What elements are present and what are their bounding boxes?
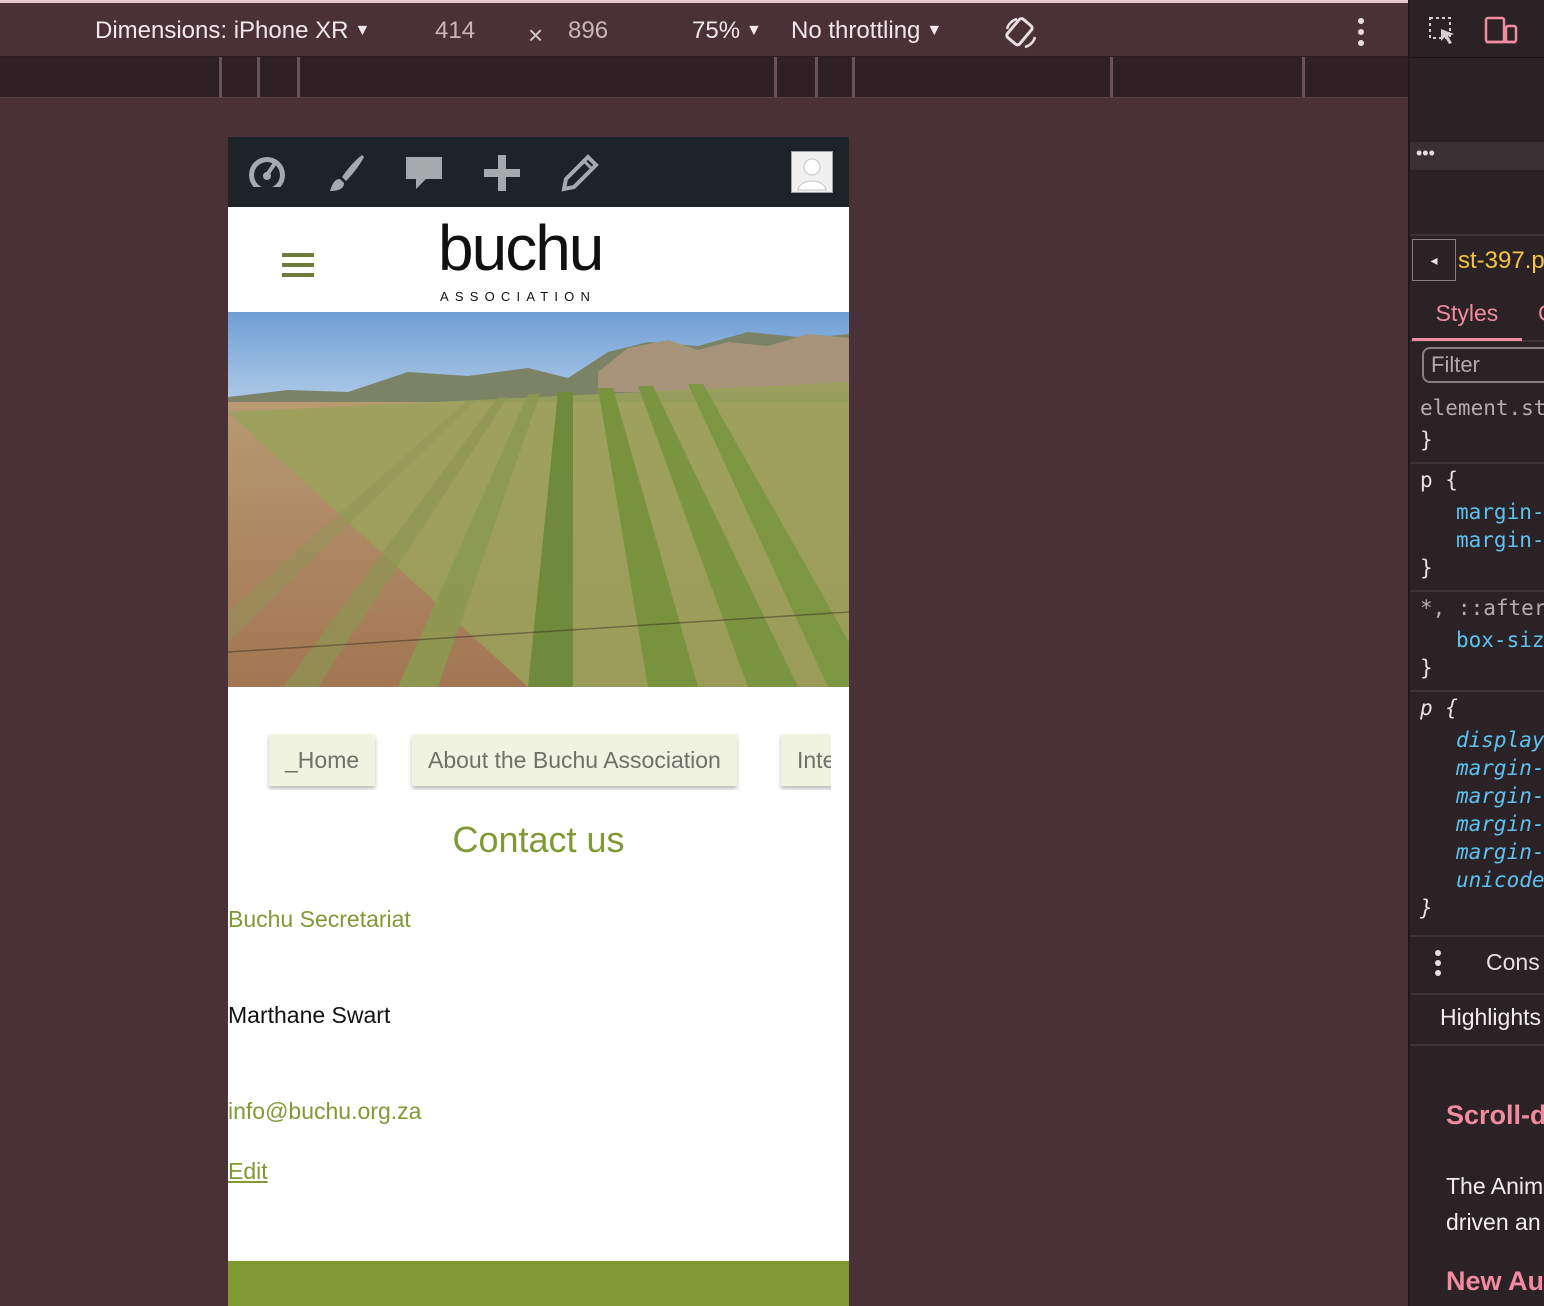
devtools-tabs: Styles C: [1410, 288, 1544, 342]
height-input[interactable]: 896: [568, 17, 608, 45]
breadcrumb-ellipsis[interactable]: •••: [1410, 142, 1544, 170]
divider: [1410, 690, 1544, 692]
inspect-element-icon[interactable]: [1428, 16, 1458, 46]
css-property[interactable]: margin-: [1456, 812, 1544, 836]
styles-filter-input[interactable]: Filter: [1422, 347, 1544, 383]
css-property[interactable]: margin-: [1456, 756, 1544, 780]
tab-console[interactable]: Cons: [1486, 949, 1540, 976]
secretariat-label: Buchu Secretariat: [228, 906, 411, 932]
edit-pencil-icon[interactable]: [558, 151, 602, 195]
css-property[interactable]: display: [1456, 728, 1544, 752]
device-dimensions-dropdown[interactable]: Dimensions: iPhone XR ▼: [95, 17, 370, 45]
rule-selector[interactable]: p {: [1420, 696, 1458, 720]
site-logo-subtitle: ASSOCIATION: [440, 289, 597, 304]
contact-name: Marthane Swart: [228, 1002, 391, 1028]
whats-new-heading: New Au: [1446, 1266, 1544, 1296]
css-property[interactable]: margin-: [1456, 528, 1544, 552]
page-nav-row: _Home About the Buchu Association Intern…: [228, 734, 831, 790]
nav-button-about[interactable]: About the Buchu Association: [412, 734, 737, 786]
divider: [1410, 462, 1544, 464]
css-property[interactable]: margin-: [1456, 784, 1544, 808]
throttling-label: No throttling: [791, 17, 921, 44]
menu-hamburger-icon[interactable]: [282, 253, 314, 283]
devtools-topbar: [1410, 0, 1544, 58]
rule-selector[interactable]: *, ::after: [1420, 596, 1544, 620]
whats-new-text: The Anim driven an: [1446, 1168, 1543, 1240]
width-input[interactable]: 414: [435, 17, 475, 45]
nav-button-home[interactable]: _Home: [269, 734, 376, 786]
divider: [1410, 234, 1544, 236]
css-property[interactable]: margin-: [1456, 840, 1544, 864]
zoom-label: 75%: [692, 17, 741, 44]
chevron-down-icon: ▼: [354, 22, 371, 39]
tab-computed[interactable]: C: [1538, 300, 1544, 327]
customize-brush-icon[interactable]: [324, 151, 368, 195]
site-logo-word[interactable]: buchu: [438, 211, 604, 285]
rule-brace: }: [1420, 428, 1433, 452]
divider: [1410, 590, 1544, 592]
source-file-link[interactable]: st-397.p: [1458, 247, 1544, 275]
device-toolbar: Dimensions: iPhone XR ▼ 414 × 896 75% ▼ No…: [0, 0, 1408, 57]
chevron-down-icon: ▼: [926, 22, 943, 39]
highlights-label[interactable]: Highlights: [1440, 1004, 1541, 1031]
tab-styles[interactable]: Styles: [1412, 288, 1522, 341]
hero-image-buchu-field: [228, 312, 849, 687]
user-avatar-icon[interactable]: [791, 151, 833, 193]
source-file-row: ◂ st-397.p: [1410, 237, 1544, 285]
whats-new-heading: Scroll-d: [1446, 1100, 1544, 1130]
device-viewport: buchu ASSOCIATION _Home About the Buchu …: [228, 137, 849, 1306]
media-query-ruler: [0, 57, 1408, 98]
page-title: Contact us: [452, 819, 625, 860]
device-toggle-icon[interactable]: [1484, 16, 1518, 46]
rotate-device-icon[interactable]: [1003, 15, 1039, 56]
throttling-dropdown[interactable]: No throttling ▼: [791, 17, 942, 45]
zoom-dropdown[interactable]: 75% ▼: [692, 17, 762, 45]
device-dimensions-label: Dimensions: iPhone XR: [95, 17, 349, 44]
rule-brace: }: [1420, 556, 1433, 580]
css-property[interactable]: unicode: [1456, 868, 1544, 892]
devtools-panel: ••• ◂ st-397.p Styles C Filter element.s…: [1408, 0, 1544, 1306]
css-property[interactable]: margin-: [1456, 500, 1544, 524]
whats-new-text-line: The Anim: [1446, 1173, 1544, 1199]
nav-button-international[interactable]: International: [781, 734, 831, 786]
email-link[interactable]: info@buchu.org.za: [228, 1098, 421, 1125]
whats-new-text-line: driven an: [1446, 1209, 1541, 1235]
comments-icon[interactable]: [402, 151, 446, 195]
dashboard-icon[interactable]: [245, 151, 289, 195]
more-options-icon[interactable]: [1356, 17, 1366, 52]
rule-selector[interactable]: p {: [1420, 468, 1458, 492]
chevron-down-icon: ▼: [746, 22, 762, 39]
site-footer: [228, 1261, 849, 1306]
rule-brace: }: [1420, 896, 1433, 920]
times-symbol: ×: [528, 20, 544, 50]
drawer-menu-icon[interactable]: [1434, 949, 1442, 977]
rule-selector[interactable]: element.st: [1420, 396, 1544, 420]
back-arrow-icon[interactable]: ◂: [1412, 239, 1456, 281]
css-property[interactable]: box-siz: [1456, 628, 1544, 652]
highlights-row: Highlights: [1410, 992, 1544, 1046]
rule-brace: }: [1420, 656, 1433, 680]
new-content-plus-icon[interactable]: [480, 151, 524, 195]
site-header: buchu ASSOCIATION: [228, 207, 849, 312]
edit-link[interactable]: Edit: [228, 1158, 268, 1185]
console-drawer-bar: Cons: [1410, 935, 1544, 995]
wp-admin-bar: [228, 137, 849, 207]
